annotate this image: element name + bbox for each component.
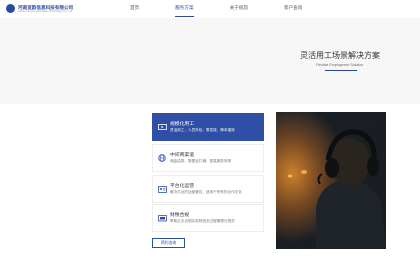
nav-item-about[interactable]: 关于揽韵 [230, 5, 248, 14]
hero-band [0, 18, 420, 104]
card-description: 帮助企业合规实现财税全过程管理与规范 [170, 218, 235, 223]
solution-card-platform[interactable]: 平台化运营 解决平台的运营管控，适用于所有的合作业务 [152, 175, 264, 203]
logo-mark-icon [6, 4, 15, 13]
company-logo[interactable]: 河南览韵信息科技有限公司 Henan Lanyun Information Te… [6, 4, 73, 13]
hero-title: 灵活用工场景解决方案 [300, 51, 380, 60]
tablet-icon [157, 214, 167, 222]
monitor-icon [157, 123, 167, 131]
consult-button[interactable]: 预约咨询 [152, 238, 185, 248]
card-description: 灵活用工，人员外包，零发放，降本增效 [170, 127, 235, 132]
logo-name: 河南览韵信息科技有限公司 [18, 4, 74, 10]
globe-icon [157, 154, 167, 162]
nav-item-services[interactable]: 服务方案 [175, 5, 194, 17]
solution-card-scale[interactable]: 规模化用工 灵活用工，人员外包，零发放，降本增效 [152, 113, 264, 141]
logo-subtitle: Henan Lanyun Information Technology Co.,… [18, 9, 73, 13]
card-description: 佣金结算、数据全打通，提高服务效率 [170, 158, 232, 163]
nav-item-customer-query[interactable]: 客户查询 [284, 5, 302, 14]
solution-card-tax[interactable]: 财税合规 帮助企业合规实现财税全过程管理与规范 [152, 204, 264, 232]
hero-underline [325, 70, 357, 71]
id-card-icon [157, 185, 167, 193]
hero-photo [276, 112, 386, 249]
card-description: 解决平台的运营管控，适用于所有的合作业务 [170, 189, 242, 194]
hero-subtitle: Flexible Employment Solution [316, 63, 364, 67]
top-header: 河南览韵信息科技有限公司 Henan Lanyun Information Te… [0, 0, 420, 18]
main-nav: 首页 服务方案 关于揽韵 客户查询 [130, 5, 338, 17]
solution-card-channel[interactable]: 中间商渠道 佣金结算、数据全打通，提高服务效率 [152, 144, 264, 172]
nav-item-home[interactable]: 首页 [130, 5, 139, 14]
